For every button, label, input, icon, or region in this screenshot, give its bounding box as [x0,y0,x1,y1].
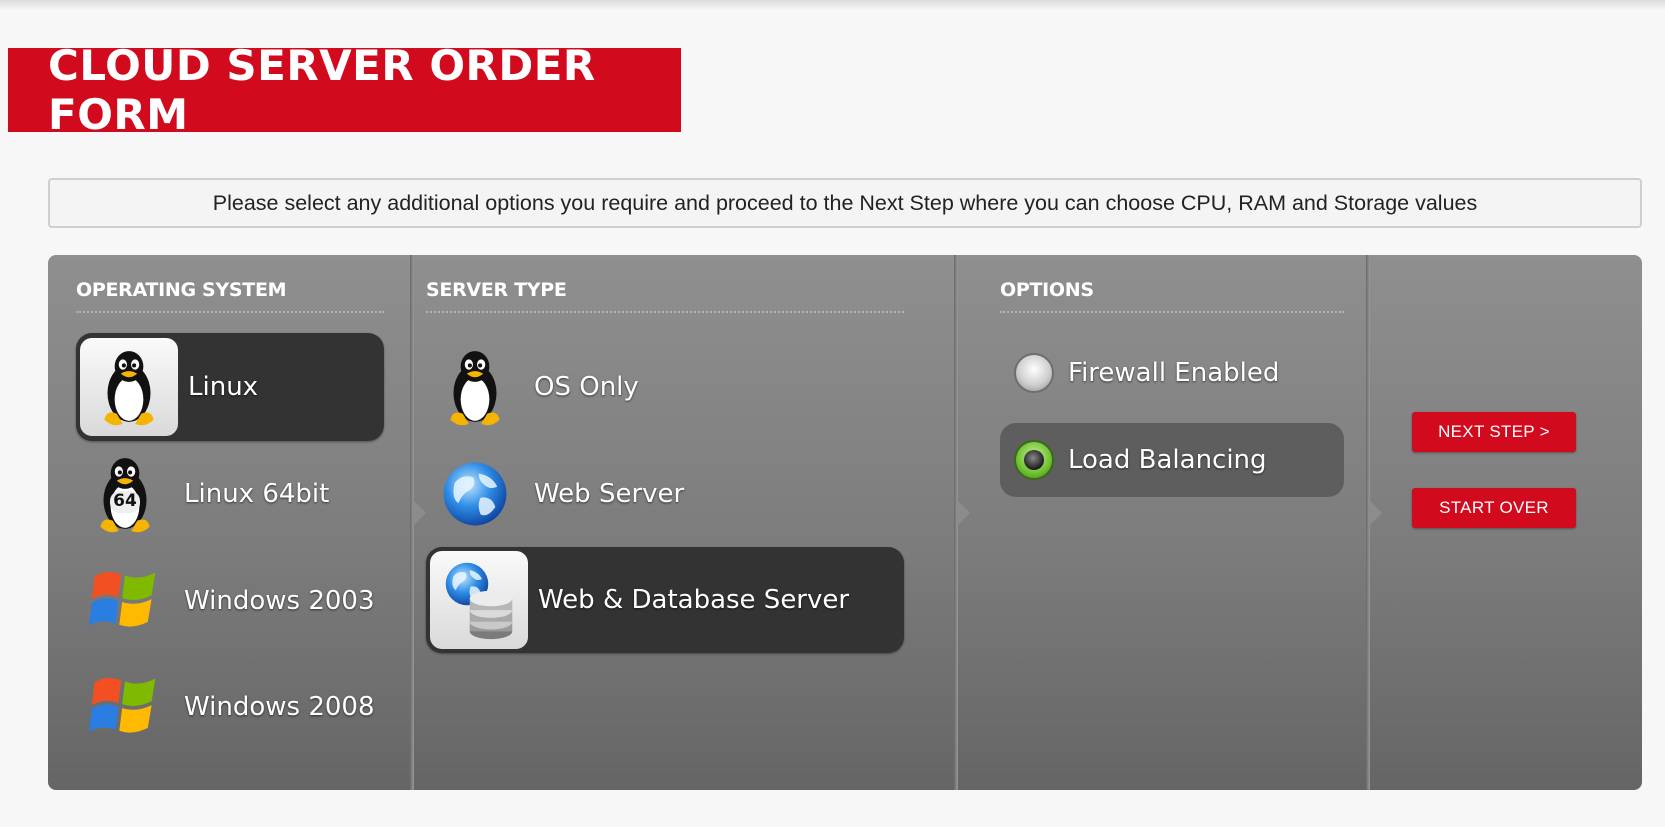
os-option-label: Linux [188,372,259,402]
os-option-linux[interactable]: Linux [76,333,384,441]
option-load-balancing[interactable]: Load Balancing [1000,423,1344,497]
start-over-button[interactable]: START OVER [1412,488,1576,528]
options-column: OPTIONS Firewall Enabled Load Balancing [958,255,1366,790]
windows-logo-icon [76,552,174,650]
os-option-label: Linux 64bit [184,479,330,509]
page-title: CLOUD SERVER ORDER FORM [48,41,596,139]
globe-database-icon [430,551,528,649]
server-type-label: OS Only [534,372,639,402]
os-heading: OPERATING SYSTEM [76,279,384,313]
option-firewall-enabled[interactable]: Firewall Enabled [1000,337,1344,409]
radio-checked-icon[interactable] [1014,440,1054,480]
instruction-notice: Please select any additional options you… [48,178,1642,228]
top-strip [0,0,1665,10]
os-option-linux-64bit[interactable]: 64 Linux 64bit [76,440,384,548]
windows-logo-icon [76,658,174,756]
radio-unchecked-icon[interactable] [1014,353,1054,393]
server-type-os-only[interactable]: OS Only [426,333,904,441]
server-type-web-server[interactable]: Web Server [426,440,904,548]
server-type-web-database-server[interactable]: Web & Database Server [426,547,904,653]
next-step-button[interactable]: NEXT STEP > [1412,412,1576,452]
os-option-windows-2008[interactable]: Windows 2008 [76,653,384,761]
os-option-label: Windows 2003 [184,586,375,616]
server-type-label: Web Server [534,479,685,509]
server-type-label: Web & Database Server [538,585,850,615]
options-heading: OPTIONS [1000,279,1344,313]
server-type-heading: SERVER TYPE [426,279,904,313]
title-banner: CLOUD SERVER ORDER FORM [8,41,681,139]
tux-penguin-icon [80,338,178,436]
instruction-text: Please select any additional options you… [212,190,1478,215]
tux-penguin-icon [426,338,524,436]
tux-64-penguin-icon: 64 [76,445,174,543]
option-label: Firewall Enabled [1068,358,1280,388]
os-option-windows-2003[interactable]: Windows 2003 [76,547,384,655]
option-label: Load Balancing [1068,445,1267,475]
globe-icon [426,445,524,543]
column-divider [1366,255,1382,790]
server-type-column: SERVER TYPE OS Only Web Server Web & Dat… [414,255,954,790]
order-panel: OPERATING SYSTEM Linux 64 Linux 64bit Wi… [48,255,1642,790]
os-column: OPERATING SYSTEM Linux 64 Linux 64bit Wi… [48,255,410,790]
os-option-label: Windows 2008 [184,692,375,722]
